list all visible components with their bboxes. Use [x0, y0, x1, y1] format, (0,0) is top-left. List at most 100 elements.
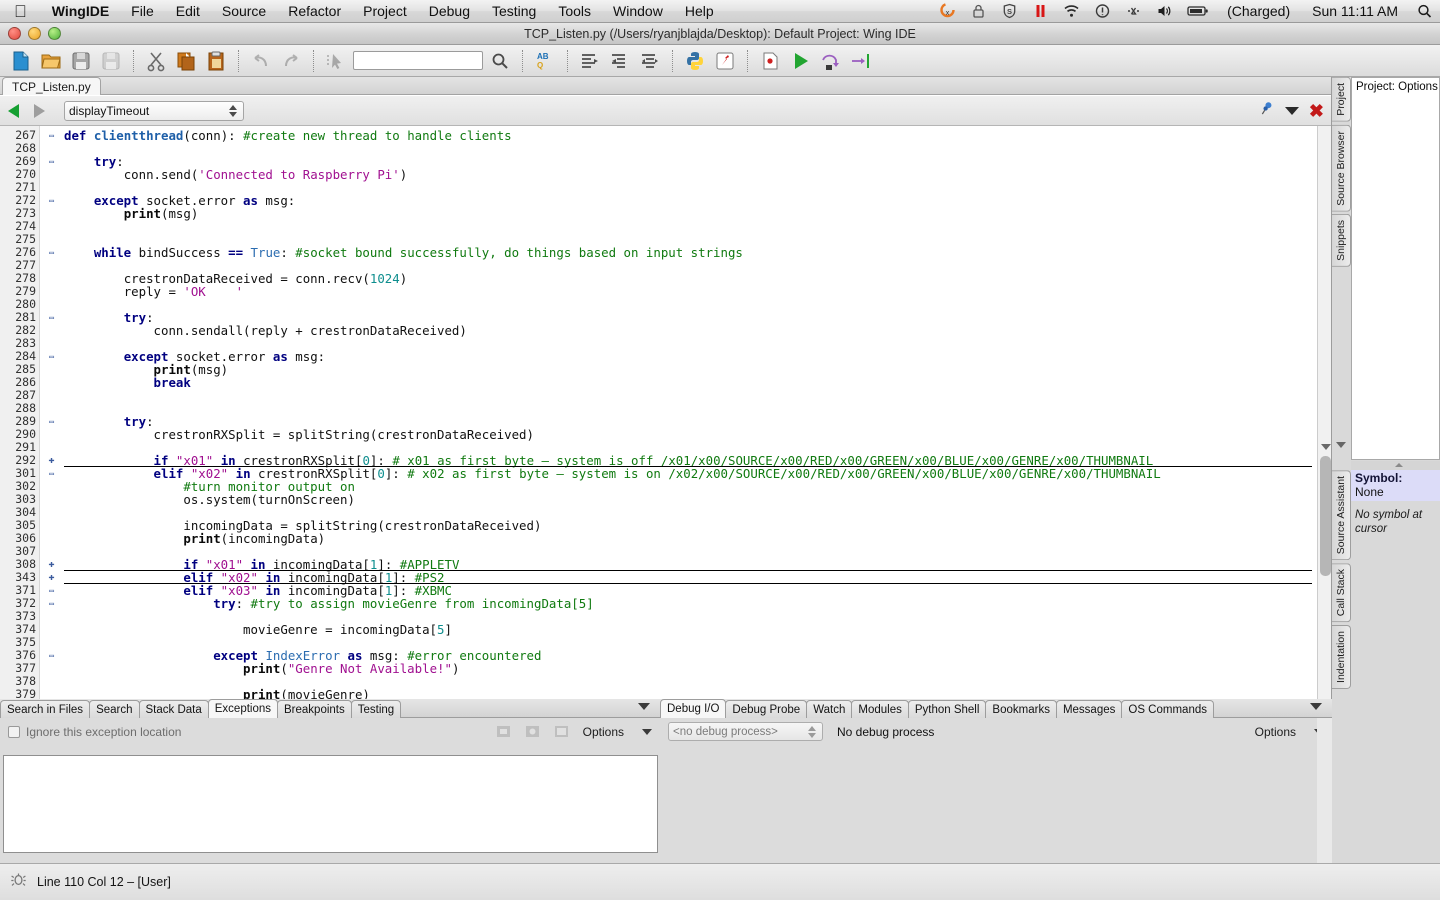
indent-right-icon[interactable]	[575, 47, 605, 75]
menu-item-refactor[interactable]: Refactor	[277, 0, 352, 23]
nav-back-arrow[interactable]	[0, 98, 26, 124]
code-line[interactable]: 372 ▭ try: #try to assign movieGenre from…	[0, 597, 1332, 611]
code-lines-container[interactable]: 267 ▭ def clientthread(conn): #create new …	[0, 129, 1332, 699]
code-line[interactable]: 286 break	[0, 376, 1332, 390]
tab-project[interactable]: Project	[1332, 77, 1351, 122]
tab-debug-probe[interactable]: Debug Probe	[725, 700, 808, 718]
replace-icon[interactable]: AB Q	[530, 47, 560, 75]
ignore-exception-checkbox[interactable]	[8, 725, 20, 738]
minimize-window-button[interactable]	[28, 27, 41, 40]
python-shell-icon[interactable]	[680, 47, 710, 75]
right-dock-splitter[interactable]	[1351, 461, 1440, 470]
exceptions-options-arrow-icon[interactable]	[642, 728, 652, 735]
fold-expand-icon[interactable]: ✚	[45, 558, 58, 571]
tab-stack-data[interactable]: Stack Data	[138, 700, 209, 718]
apple-logo-icon[interactable]: 	[14, 3, 27, 20]
menu-item-file[interactable]: File	[120, 0, 165, 23]
code-line[interactable]: 279 reply = 'OK '	[0, 285, 1332, 299]
exception-action-3-icon[interactable]	[554, 725, 569, 738]
indent-match-icon[interactable]	[635, 47, 665, 75]
tab-modules[interactable]: Modules	[851, 700, 909, 718]
code-line[interactable]: 288	[0, 402, 1332, 415]
fold-collapse-icon[interactable]: ▭	[45, 584, 58, 597]
tab-search[interactable]: Search	[89, 700, 140, 718]
code-line[interactable]: 285 print(msg)	[0, 363, 1332, 377]
spotlight-search-icon[interactable]	[1409, 0, 1440, 23]
fold-collapse-icon[interactable]: ▭	[45, 415, 58, 428]
tab-watch[interactable]: Watch	[806, 700, 853, 718]
save-icon[interactable]	[66, 47, 96, 75]
copy-icon[interactable]	[171, 47, 201, 75]
code-line[interactable]: 303 os.system(turnOnScreen)	[0, 493, 1332, 507]
debug-probe-icon[interactable]	[710, 47, 740, 75]
crashplan-icon[interactable]: x	[932, 0, 963, 23]
shield-icon[interactable]: S	[994, 0, 1025, 23]
chevron-updown-icon[interactable]	[229, 104, 239, 117]
cut-icon[interactable]	[141, 47, 171, 75]
debug-process-select[interactable]: <no debug process>	[668, 722, 823, 741]
new-file-icon[interactable]	[6, 47, 36, 75]
symbol-select[interactable]: displayTimeout	[64, 100, 244, 121]
breakpoint-icon[interactable]	[755, 47, 785, 75]
tab-indentation[interactable]: Indentation	[1332, 625, 1351, 690]
code-line[interactable]: 272 ▭ except socket.error as msg:	[0, 194, 1332, 208]
bluetooth-icon[interactable]	[1118, 0, 1149, 23]
tab-source-browser[interactable]: Source Browser	[1332, 124, 1351, 212]
fold-collapse-icon[interactable]: ▭	[45, 467, 58, 480]
code-line[interactable]: 273 print(msg)	[0, 207, 1332, 221]
search-icon[interactable]	[485, 47, 515, 75]
scroll-down-arrow-icon[interactable]	[1321, 444, 1331, 450]
exception-action-2-icon[interactable]	[525, 725, 540, 738]
code-line[interactable]: 374 movieGenre = incomingData[5]	[0, 623, 1332, 637]
volume-icon[interactable]	[1149, 0, 1180, 23]
code-line[interactable]: 379 print(movieGenre)	[0, 688, 1332, 700]
code-line[interactable]: 268	[0, 142, 1332, 155]
menu-item-project[interactable]: Project	[352, 0, 418, 23]
indent-left-icon[interactable]	[605, 47, 635, 75]
menu-item-source[interactable]: Source	[211, 0, 277, 23]
fold-collapse-icon[interactable]: ▭	[45, 311, 58, 324]
code-line[interactable]: 282 conn.sendall(reply + crestronDataRec…	[0, 324, 1332, 338]
step-into-icon[interactable]	[845, 47, 875, 75]
bottom-left-menu-arrow-icon[interactable]	[638, 703, 650, 710]
lock-icon[interactable]	[963, 0, 994, 23]
zoom-window-button[interactable]	[48, 27, 61, 40]
tab-breakpoints[interactable]: Breakpoints	[277, 700, 352, 718]
menu-item-testing[interactable]: Testing	[481, 0, 547, 23]
redo-icon[interactable]	[276, 47, 306, 75]
fold-collapse-icon[interactable]: ▭	[45, 350, 58, 363]
tab-testing[interactable]: Testing	[350, 700, 402, 718]
step-over-icon[interactable]	[815, 47, 845, 75]
exceptions-output-area[interactable]	[3, 755, 658, 853]
exception-action-1-icon[interactable]	[496, 725, 511, 738]
pin-icon[interactable]	[1260, 100, 1275, 121]
code-line[interactable]: 377 print("Genre Not Available!")	[0, 662, 1332, 676]
menu-app-name[interactable]: WingIDE	[41, 0, 120, 23]
tab-os-commands[interactable]: OS Commands	[1121, 700, 1214, 718]
fold-expand-icon[interactable]: ✚	[45, 454, 58, 467]
menu-clock[interactable]: Sun 11:11 AM	[1301, 0, 1409, 23]
fold-expand-icon[interactable]: ✚	[45, 571, 58, 584]
undo-icon[interactable]	[246, 47, 276, 75]
alert-icon[interactable]	[1087, 0, 1118, 23]
search-input[interactable]	[353, 51, 483, 70]
file-tab-tcp-listen[interactable]: TCP_Listen.py	[2, 77, 101, 95]
fold-collapse-icon[interactable]: ▭	[45, 194, 58, 207]
pause-icon[interactable]	[1025, 0, 1056, 23]
nav-forward-arrow[interactable]	[26, 98, 52, 124]
tab-python-shell[interactable]: Python Shell	[907, 700, 987, 718]
close-window-button[interactable]	[8, 27, 21, 40]
debug-io-scrollbar[interactable]	[1317, 718, 1332, 863]
code-line[interactable]: 287	[0, 389, 1332, 402]
exceptions-options-button[interactable]: Options	[583, 725, 624, 739]
fold-collapse-icon[interactable]: ▭	[45, 649, 58, 662]
tab-snippets[interactable]: Snippets	[1332, 214, 1351, 268]
chevron-down-icon[interactable]	[1284, 106, 1299, 115]
debug-options-button[interactable]: Options	[1255, 725, 1296, 739]
tab-call-stack[interactable]: Call Stack	[1332, 563, 1351, 623]
tab-messages[interactable]: Messages	[1055, 700, 1123, 718]
tab-search-in-files[interactable]: Search in Files	[0, 700, 91, 718]
wifi-icon[interactable]	[1056, 0, 1087, 23]
battery-icon[interactable]	[1180, 0, 1216, 23]
code-line[interactable]: 276 ▭ while bindSuccess == True: #socket …	[0, 246, 1332, 260]
